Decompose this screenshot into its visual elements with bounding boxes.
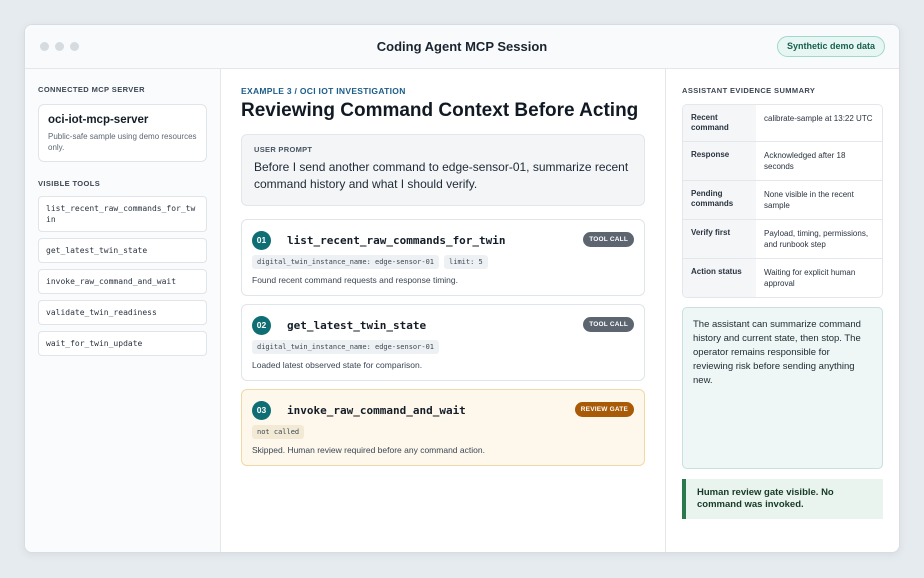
title-bar: Coding Agent MCP Session Synthetic demo … [25,25,899,69]
main-panel: EXAMPLE 3 / OCI IOT INVESTIGATION Review… [221,69,665,552]
server-description: Public-safe sample using demo resources … [48,132,197,152]
step-result: Loaded latest observed state for compari… [252,360,423,370]
tool-item-get-latest-twin-state[interactable]: get_latest_twin_state [38,238,207,263]
evidence-value: calibrate-sample at 13:22 UTC [764,114,873,123]
table-row: Verify first Payload, timing, permission… [683,219,882,258]
table-row: Pending commands None visible in the rec… [683,180,882,219]
evidence-key: Pending commands [683,181,756,219]
evidence-key: Action status [683,259,756,297]
app-window: Coding Agent MCP Session Synthetic demo … [24,24,900,553]
step-result: Found recent command requests and respon… [252,275,459,285]
arg-chip: not called [252,425,305,439]
step-args: not called [252,425,634,439]
step-number: 02 [252,315,271,335]
evidence-key: Verify first [683,220,756,258]
step-card-01[interactable]: 01 list_recent_raw_commands_for_twin TOO… [241,219,645,296]
user-prompt-text: Before I send another command to edge-se… [254,160,629,191]
step-number: 01 [252,230,271,250]
tool-call-pill: TOOL CALL [583,232,634,247]
step-tool-name: list_recent_raw_commands_for_twin [287,233,506,247]
sidebar: CONNECTED MCP SERVER oci-iot-mcp-server … [25,69,221,552]
example-eyebrow: EXAMPLE 3 / OCI IOT INVESTIGATION [241,86,406,96]
synthetic-data-badge: Synthetic demo data [776,36,885,57]
step-tool-name: invoke_raw_command_and_wait [287,403,466,417]
page-title: Reviewing Command Context Before Acting [241,100,639,121]
evidence-key: Response [683,142,756,180]
step-args: digital_twin_instance_name: edge-sensor-… [252,340,634,354]
server-section-label: CONNECTED MCP SERVER [38,85,145,94]
step-card-03[interactable]: 03 invoke_raw_command_and_wait REVIEW GA… [241,389,645,466]
evidence-value: Acknowledged after 18 seconds [764,151,846,171]
step-args: digital_twin_instance_name: edge-sensor-… [252,255,634,269]
step-number: 03 [252,400,271,420]
evidence-panel: ASSISTANT EVIDENCE SUMMARY Recent comman… [665,69,899,552]
evidence-section-label: ASSISTANT EVIDENCE SUMMARY [682,86,816,95]
step-result: Skipped. Human review required before an… [252,445,485,455]
arg-chip: limit: 5 [444,255,488,269]
tool-item-wait-for-twin-update[interactable]: wait_for_twin_update [38,331,207,356]
server-card[interactable]: oci-iot-mcp-server Public-safe sample us… [38,104,207,162]
step-tool-name: get_latest_twin_state [287,318,427,332]
arg-chip: digital_twin_instance_name: edge-sensor-… [252,255,440,269]
tool-item-invoke-raw-command[interactable]: invoke_raw_command_and_wait [38,269,207,294]
window-title: Coding Agent MCP Session [376,39,548,54]
step-card-02[interactable]: 02 get_latest_twin_state TOOL CALL digit… [241,304,645,381]
evidence-value: None visible in the recent sample [764,190,854,210]
evidence-value: Waiting for explicit human approval [764,268,856,288]
table-row: Response Acknowledged after 18 seconds [683,141,882,180]
tool-item-list-recent-raw-commands[interactable]: list_recent_raw_commands_for_twin [38,196,207,232]
evidence-value: Payload, timing, permissions, and runboo… [764,229,869,249]
table-row: Action status Waiting for explicit human… [683,258,882,297]
server-name: oci-iot-mcp-server [48,114,149,126]
tool-list: list_recent_raw_commands_for_twin get_la… [38,196,207,356]
arg-chip: digital_twin_instance_name: edge-sensor-… [252,340,440,354]
tool-item-validate-twin-readiness[interactable]: validate_twin_readiness [38,300,207,325]
review-gate-banner: Human review gate visible. No command wa… [682,479,883,519]
tools-section-label: VISIBLE TOOLS [38,179,101,188]
tool-call-pill: TOOL CALL [583,317,634,332]
review-gate-pill: REVIEW GATE [574,402,634,417]
evidence-table: Recent command calibrate-sample at 13:22… [682,104,883,298]
user-prompt-label: USER PROMPT [254,145,313,154]
assistant-note: The assistant can summarize command hist… [682,307,883,469]
user-prompt-box: USER PROMPT Before I send another comman… [241,134,645,206]
evidence-key: Recent command [683,105,756,141]
table-row: Recent command calibrate-sample at 13:22… [683,105,882,141]
